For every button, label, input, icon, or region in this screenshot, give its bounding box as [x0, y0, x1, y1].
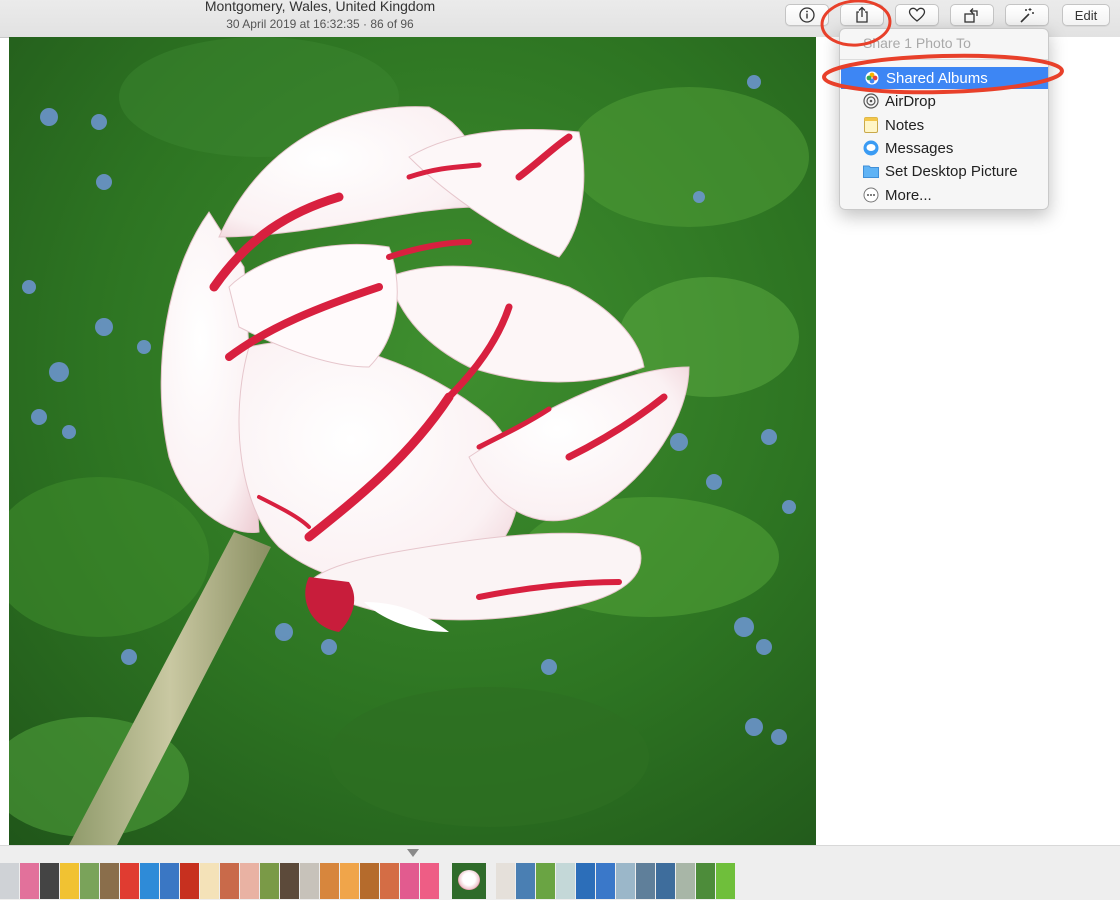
menu-item-label: AirDrop [885, 92, 936, 110]
menu-divider [840, 59, 1048, 60]
thumbnail[interactable] [496, 863, 515, 899]
current-photo-pointer-icon [407, 849, 419, 857]
thumbnail[interactable] [576, 863, 595, 899]
thumbnail[interactable] [516, 863, 535, 899]
menu-item-airdrop[interactable]: AirDrop [840, 90, 1048, 112]
thumbnail[interactable] [120, 863, 139, 899]
thumbnail[interactable] [596, 863, 615, 899]
thumbnail[interactable] [260, 863, 279, 899]
thumbnail[interactable] [656, 863, 675, 899]
heart-icon [908, 7, 926, 23]
notes-icon [863, 117, 879, 133]
thumbnail[interactable] [696, 863, 715, 899]
filmstrip[interactable] [0, 845, 1120, 900]
menu-item-label: Shared Albums [886, 69, 988, 87]
share-menu: Share 1 Photo To Shared Albums AirDrop N… [839, 28, 1049, 210]
thumbnail[interactable] [300, 863, 319, 899]
share-icon [854, 6, 870, 24]
rotate-icon [963, 6, 981, 24]
thumbnail[interactable] [400, 863, 419, 899]
thumbnail[interactable] [716, 863, 735, 899]
menu-item-more[interactable]: More... [840, 184, 1048, 206]
photo-info-title: Montgomery, Wales, United Kingdom 30 Apr… [170, 0, 470, 31]
menu-item-label: Notes [885, 116, 925, 134]
thumbnail[interactable] [0, 863, 19, 899]
menu-item-shared-albums[interactable]: Shared Albums [841, 67, 1048, 89]
thumbnail[interactable] [676, 863, 695, 899]
share-menu-header: Share 1 Photo To [863, 35, 971, 51]
folder-icon [863, 163, 879, 179]
thumbnail[interactable] [60, 863, 79, 899]
thumbnail[interactable] [140, 863, 159, 899]
more-icon [863, 187, 879, 203]
enhance-button[interactable] [1005, 4, 1049, 26]
tulip-photo [9, 37, 816, 845]
airdrop-icon [863, 93, 879, 109]
thumbnail-row [0, 863, 736, 899]
thumbnail[interactable] [40, 863, 59, 899]
thumbnail[interactable] [536, 863, 555, 899]
thumbnail[interactable] [320, 863, 339, 899]
edit-button[interactable]: Edit [1062, 4, 1110, 26]
thumbnail[interactable] [360, 863, 379, 899]
main-photo [9, 37, 816, 845]
share-button[interactable] [840, 4, 884, 26]
thumbnail[interactable] [100, 863, 119, 899]
current-thumbnail[interactable] [452, 863, 486, 899]
thumbnail[interactable] [380, 863, 399, 899]
favorite-button[interactable] [895, 4, 939, 26]
thumbnail[interactable] [200, 863, 219, 899]
menu-item-notes[interactable]: Notes [840, 114, 1048, 136]
thumbnail[interactable] [636, 863, 655, 899]
thumbnail[interactable] [556, 863, 575, 899]
thumbnail[interactable] [220, 863, 239, 899]
thumbnail[interactable] [80, 863, 99, 899]
thumbnail[interactable] [180, 863, 199, 899]
thumbnail[interactable] [420, 863, 439, 899]
shared-albums-icon [864, 70, 880, 86]
info-button[interactable] [785, 4, 829, 26]
magic-wand-icon [1018, 6, 1036, 24]
menu-item-set-desktop-picture[interactable]: Set Desktop Picture [840, 160, 1048, 182]
info-icon [799, 7, 815, 23]
menu-item-label: More... [885, 186, 932, 204]
thumbnail[interactable] [616, 863, 635, 899]
thumbnail[interactable] [20, 863, 39, 899]
messages-icon [863, 140, 879, 156]
menu-item-label: Set Desktop Picture [885, 162, 1018, 180]
menu-item-label: Messages [885, 139, 954, 157]
rotate-button[interactable] [950, 4, 994, 26]
menu-item-messages[interactable]: Messages [840, 137, 1048, 159]
photo-date-count: 30 April 2019 at 16:32:35 · 86 of 96 [226, 17, 414, 31]
thumbnail[interactable] [340, 863, 359, 899]
location-title: Montgomery, Wales, United Kingdom [204, 0, 436, 14]
thumbnail[interactable] [240, 863, 259, 899]
thumbnail[interactable] [280, 863, 299, 899]
thumbnail[interactable] [160, 863, 179, 899]
